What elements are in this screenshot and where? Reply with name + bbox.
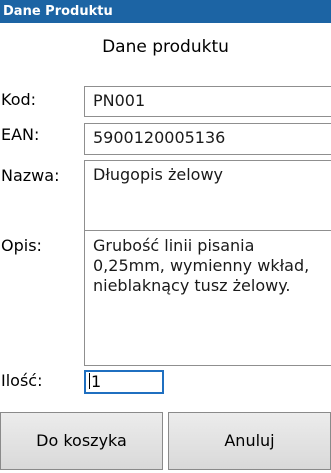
quantity-value: 1 <box>91 372 102 391</box>
quantity-label: Ilość: <box>1 371 43 390</box>
page-title: Dane produktu <box>102 37 229 57</box>
window-title: Dane Produktu <box>3 4 113 19</box>
description-label: Opis: <box>1 236 42 255</box>
name-field[interactable]: Długopis żelowy <box>84 160 331 231</box>
ean-field[interactable]: 5900120005136 <box>84 123 331 155</box>
ean-label: EAN: <box>1 125 40 144</box>
code-label: Kod: <box>1 90 37 109</box>
description-field[interactable]: Grubość linii pisania 0,25mm, wymienny w… <box>84 230 331 366</box>
cancel-button[interactable]: Anuluj <box>168 412 331 470</box>
text-caret <box>89 373 90 389</box>
window-title-bar: Dane Produktu <box>0 0 331 23</box>
name-label: Nazwa: <box>1 166 60 185</box>
add-to-cart-button[interactable]: Do koszyka <box>0 412 163 470</box>
quantity-field[interactable]: 1 <box>84 370 164 394</box>
code-field[interactable]: PN001 <box>84 86 331 117</box>
